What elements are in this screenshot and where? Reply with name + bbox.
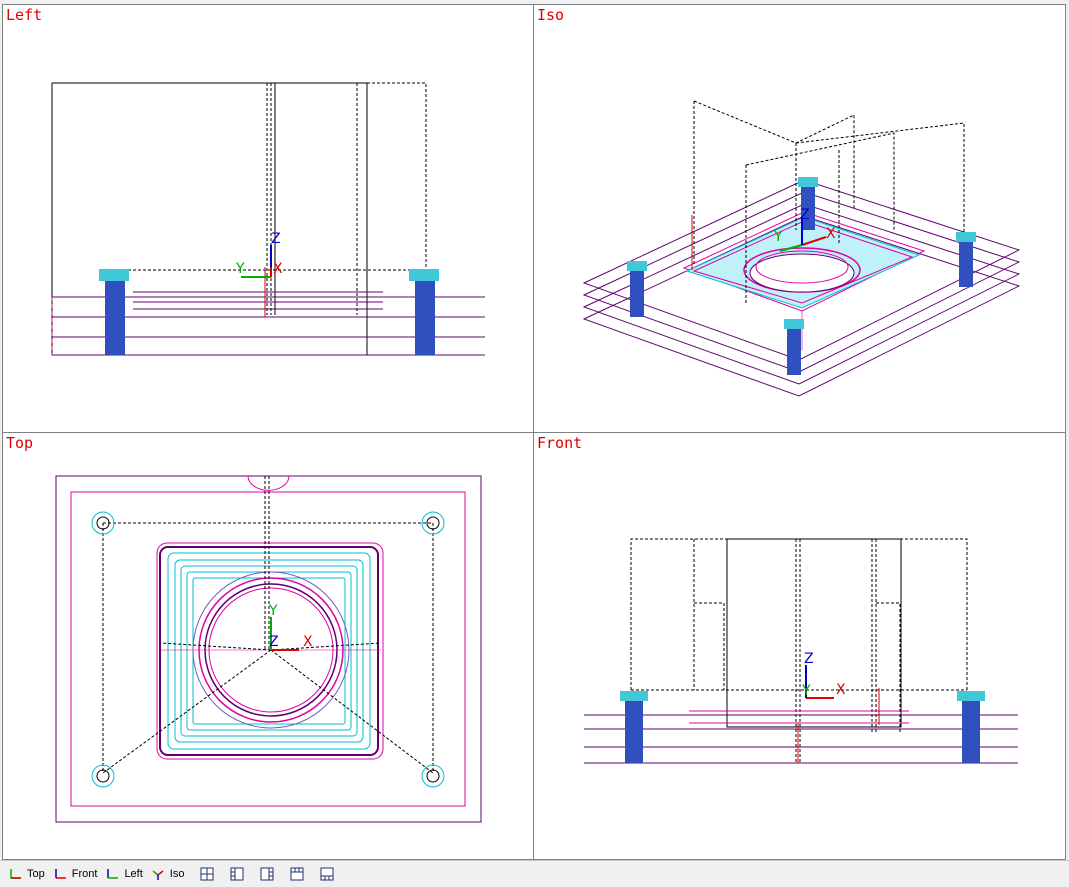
layout-right-split-button[interactable] xyxy=(256,863,278,885)
viewport-top[interactable]: Top X Y Z xyxy=(2,432,534,860)
svg-text:Y: Y xyxy=(773,229,783,245)
layout-top-split-button[interactable] xyxy=(286,863,308,885)
layout-top-split-icon xyxy=(290,867,304,881)
layout-quad-icon xyxy=(200,867,214,881)
viewport-title-left: Left xyxy=(6,6,43,24)
svg-text:Y: Y xyxy=(801,683,811,699)
viewport-title-top: Top xyxy=(6,434,34,452)
iso-axis-icon xyxy=(152,870,164,880)
viewport-area: Left Y Z X Iso X Y Z Top X Y Z Front X Z… xyxy=(2,4,1066,860)
svg-text:Z: Z xyxy=(800,207,810,223)
top-view-drawing: X Y Z xyxy=(55,475,482,823)
layout-bottom-split-button[interactable] xyxy=(316,863,338,885)
viewport-front[interactable]: Front X Z Y xyxy=(533,432,1066,860)
tab-left[interactable]: Left xyxy=(101,863,146,885)
viewport-iso[interactable]: Iso X Y Z xyxy=(533,4,1066,433)
iso-view-drawing: X Y Z xyxy=(582,100,1021,397)
svg-text:X: X xyxy=(826,226,836,242)
tab-left-label: Left xyxy=(124,868,143,880)
viewport-left[interactable]: Left Y Z X xyxy=(2,4,534,433)
svg-text:Y: Y xyxy=(268,603,278,619)
svg-text:Z: Z xyxy=(271,231,281,247)
viewport-title-front: Front xyxy=(537,434,583,452)
viewport-title-iso: Iso xyxy=(537,6,565,24)
left-axis-icon xyxy=(107,869,119,879)
layout-quad-button[interactable] xyxy=(196,863,218,885)
tab-top-label: Top xyxy=(27,868,45,880)
tab-iso[interactable]: Iso xyxy=(147,863,189,885)
tab-iso-label: Iso xyxy=(169,868,185,880)
svg-text:X: X xyxy=(836,682,846,698)
front-view-drawing: X Z Y xyxy=(584,538,1018,764)
top-axis-icon xyxy=(10,869,21,879)
tab-front[interactable]: Front xyxy=(49,863,102,885)
layout-left-split-button[interactable] xyxy=(226,863,248,885)
tab-top[interactable]: Top xyxy=(4,863,49,885)
svg-text:X: X xyxy=(273,261,283,277)
svg-text:Z: Z xyxy=(804,651,814,667)
svg-text:X: X xyxy=(303,634,313,650)
view-toolbar: Top Front Left Iso xyxy=(0,860,1069,887)
layout-bottom-split-icon xyxy=(320,867,334,881)
tab-front-label: Front xyxy=(71,868,98,880)
svg-text:Z: Z xyxy=(269,634,279,650)
front-axis-icon xyxy=(55,869,66,879)
layout-left-split-icon xyxy=(230,867,244,881)
layout-right-split-icon xyxy=(260,867,274,881)
svg-text:Y: Y xyxy=(235,261,245,277)
left-view-drawing: Y Z X xyxy=(51,82,485,356)
